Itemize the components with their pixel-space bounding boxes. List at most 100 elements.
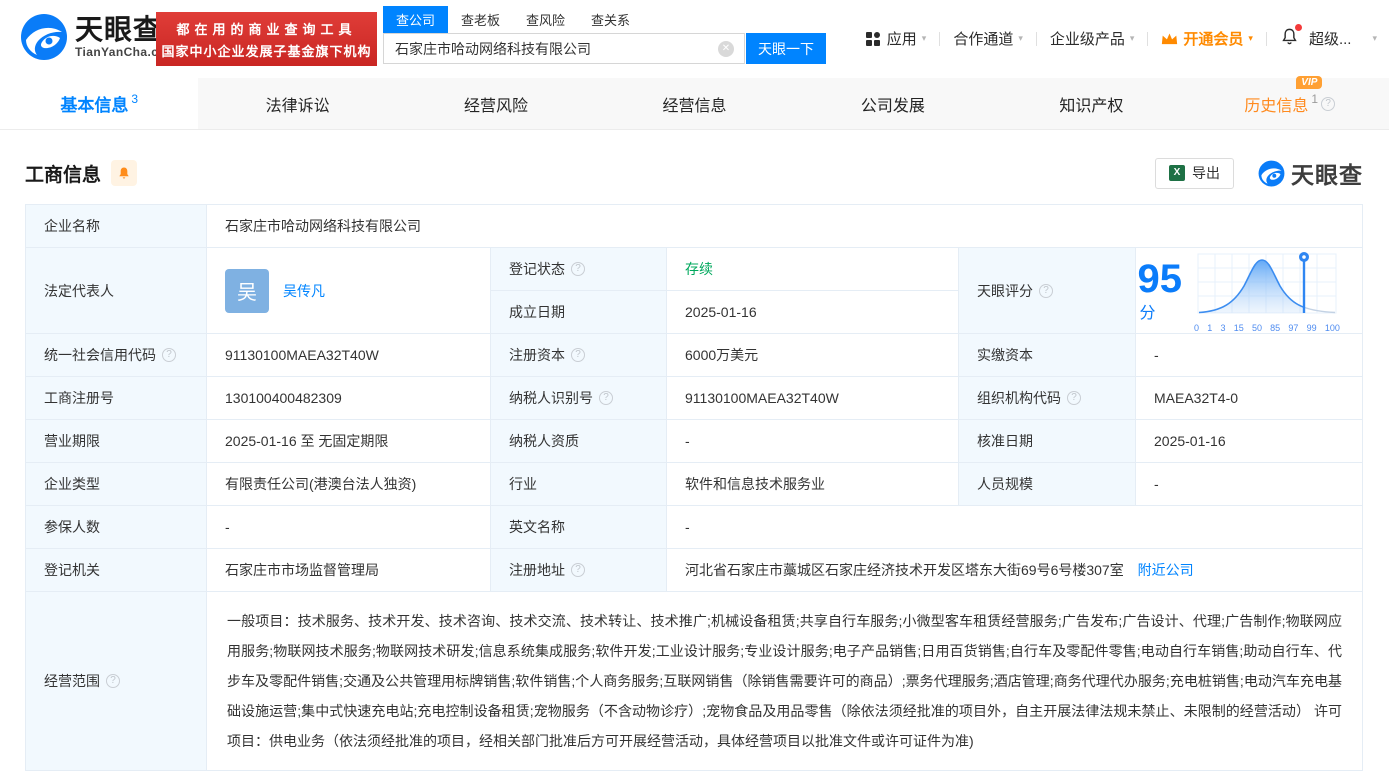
tab-history[interactable]: 历史信息 VIP 1 ? bbox=[1191, 75, 1389, 129]
field-value-reg-authority: 石家庄市市场监督管理局 bbox=[206, 548, 491, 592]
avatar[interactable]: 吴 bbox=[225, 268, 269, 313]
field-label-taxpayer-quality: 纳税人资质 bbox=[490, 419, 667, 463]
score-distribution-chart: 01 3 15 50 85 97 99 100 bbox=[1192, 249, 1342, 333]
status-badge: 存续 bbox=[685, 261, 713, 277]
slogan-line2: 国家中小企业发展子基金旗下机构 bbox=[161, 43, 372, 59]
tab-development[interactable]: 公司发展 bbox=[794, 78, 992, 129]
table-row: 经营范围? 一般项目：技术服务、技术开发、技术咨询、技术交流、技术转让、技术推广… bbox=[25, 591, 1363, 771]
tab-count-badge: 3 bbox=[131, 91, 139, 106]
tab-ip[interactable]: 知识产权 bbox=[992, 78, 1190, 129]
help-icon[interactable]: ? bbox=[162, 348, 176, 362]
field-label-company-name: 企业名称 bbox=[25, 204, 207, 248]
field-value-taxpayer-quality: - bbox=[666, 419, 959, 463]
slogan-banner: 都在用的商业查询工具 国家中小企业发展子基金旗下机构 bbox=[156, 12, 377, 66]
watermark-text: 天眼查 bbox=[1291, 162, 1363, 188]
search-button[interactable]: 天眼一下 bbox=[746, 33, 826, 64]
header: 天眼查 TianYanCha.com 都在用的商业查询工具 国家中小企业发展子基… bbox=[0, 0, 1389, 78]
score-curve bbox=[1197, 251, 1337, 313]
field-label-business-term: 营业期限 bbox=[25, 419, 207, 463]
field-value-business-scope: 一般项目：技术服务、技术开发、技术咨询、技术交流、技术转让、技术推广;机械设备租… bbox=[206, 591, 1363, 771]
tianyancha-logo-icon bbox=[21, 14, 67, 60]
field-value-company-name: 石家庄市哈动网络科技有限公司 bbox=[206, 204, 1363, 248]
tianyancha-logo[interactable]: 天眼查 TianYanCha.com bbox=[20, 13, 177, 61]
clear-search-icon[interactable]: ✕ bbox=[718, 41, 734, 57]
score-value: 95 bbox=[1137, 256, 1183, 301]
nav-cooperation[interactable]: 合作通道 ▾ bbox=[953, 28, 1023, 49]
help-icon[interactable]: ? bbox=[1067, 391, 1081, 405]
field-value-reg-number: 130100400482309 bbox=[206, 376, 491, 420]
field-label-business-scope: 经营范围? bbox=[25, 591, 207, 771]
field-label-taxpayer-id: 纳税人识别号? bbox=[490, 376, 667, 420]
search-tab-risk[interactable]: 查风险 bbox=[513, 6, 578, 33]
field-value-org-code: MAEA32T4-0 bbox=[1135, 376, 1363, 420]
field-label-company-type: 企业类型 bbox=[25, 462, 207, 506]
table-row: 登记机关 石家庄市市场监督管理局 注册地址? 河北省石家庄市藁城区石家庄经济技术… bbox=[25, 548, 1363, 592]
notifications-button[interactable] bbox=[1280, 24, 1302, 50]
field-label-score: 天眼评分? bbox=[958, 247, 1136, 334]
field-label-reg-authority: 登记机关 bbox=[25, 548, 207, 592]
table-row: 企业名称 石家庄市哈动网络科技有限公司 bbox=[25, 204, 1363, 248]
tab-risk[interactable]: 经营风险 bbox=[397, 78, 595, 129]
field-label-industry: 行业 bbox=[490, 462, 667, 506]
field-label-reg-capital: 注册资本? bbox=[490, 333, 667, 377]
notification-dot bbox=[1294, 24, 1302, 31]
field-value-staff-size: - bbox=[1135, 462, 1363, 506]
field-label-paid-capital: 实缴资本 bbox=[958, 333, 1136, 377]
nav-enterprise-products[interactable]: 企业级产品 ▾ bbox=[1050, 28, 1135, 49]
search-input[interactable] bbox=[383, 33, 745, 64]
monitor-bell-button[interactable] bbox=[111, 160, 138, 186]
watermark-logo: 天眼查 bbox=[1258, 156, 1363, 190]
search-tabs: 查公司 查老板 查风险 查关系 bbox=[383, 6, 826, 33]
divider bbox=[939, 31, 941, 46]
search-area: 查公司 查老板 查风险 查关系 ✕ 天眼一下 bbox=[383, 6, 826, 64]
chevron-down-icon: ▾ bbox=[1372, 33, 1377, 43]
nav-apps[interactable]: 应用 ▾ bbox=[865, 28, 927, 49]
chevron-down-icon: ▾ bbox=[921, 33, 927, 43]
divider bbox=[1265, 31, 1267, 46]
table-row: 参保人数 - 英文名称 - bbox=[25, 505, 1363, 549]
field-value-establish-date: 2025-01-16 bbox=[666, 290, 959, 334]
search-tab-company[interactable]: 查公司 bbox=[383, 6, 449, 33]
tab-legal[interactable]: 法律诉讼 bbox=[198, 78, 396, 129]
nearby-companies-link[interactable]: 附近公司 bbox=[1138, 562, 1194, 578]
help-icon[interactable]: ? bbox=[571, 262, 585, 276]
table-row: 统一社会信用代码? 91130100MAEA32T40W 注册资本? 6000万… bbox=[25, 333, 1363, 377]
tab-operation[interactable]: 经营信息 bbox=[595, 78, 793, 129]
legal-rep-link[interactable]: 吴传凡 bbox=[283, 281, 325, 301]
help-icon[interactable]: ? bbox=[599, 391, 613, 405]
field-label-english-name: 英文名称 bbox=[490, 505, 667, 549]
tianyancha-logo-icon bbox=[1258, 160, 1285, 186]
help-icon[interactable]: ? bbox=[1039, 283, 1053, 298]
help-icon[interactable]: ? bbox=[571, 563, 585, 577]
field-value-insured-count: - bbox=[206, 505, 491, 549]
tab-basic-info[interactable]: 基本信息 3 bbox=[0, 78, 199, 129]
field-label-approval-date: 核准日期 bbox=[958, 419, 1136, 463]
score-unit: 分 bbox=[1139, 304, 1156, 322]
export-button[interactable]: X 导出 bbox=[1155, 157, 1234, 189]
field-value-credit-code: 91130100MAEA32T40W bbox=[206, 333, 491, 377]
field-label-reg-number: 工商注册号 bbox=[25, 376, 207, 420]
help-icon[interactable]: ? bbox=[106, 674, 120, 688]
chevron-down-icon: ▾ bbox=[1129, 33, 1135, 43]
nav-open-vip[interactable]: 开通会员 ▾ bbox=[1161, 28, 1253, 49]
score-axis-ticks: 01 3 15 50 85 97 99 100 bbox=[1194, 322, 1340, 333]
nav-account[interactable]: 超级... ▾ bbox=[1309, 28, 1377, 49]
vip-badge: VIP bbox=[1296, 75, 1323, 89]
field-value-reg-capital: 6000万美元 bbox=[666, 333, 959, 377]
field-value-reg-address: 河北省石家庄市藁城区石家庄经济技术开发区塔东大街69号6号楼307室 附近公司 bbox=[666, 548, 1363, 592]
crown-icon bbox=[1162, 32, 1178, 44]
search-tab-boss[interactable]: 查老板 bbox=[448, 6, 513, 33]
field-value-score: 95 分 0 1 3 15 50 85 97 99 100 bbox=[1135, 247, 1363, 334]
help-icon[interactable]: ? bbox=[1321, 96, 1336, 111]
table-row: 企业类型 有限责任公司(港澳台法人独资) 行业 软件和信息技术服务业 人员规模 … bbox=[25, 462, 1363, 506]
field-label-legal-rep: 法定代表人 bbox=[25, 247, 207, 334]
help-icon[interactable]: ? bbox=[571, 348, 585, 362]
field-value-company-type: 有限责任公司(港澳台法人独资) bbox=[206, 462, 491, 506]
field-label-establish-date: 成立日期 bbox=[490, 290, 667, 334]
apps-grid-icon bbox=[865, 31, 880, 46]
field-label-insured-count: 参保人数 bbox=[25, 505, 207, 549]
search-tab-relation[interactable]: 查关系 bbox=[578, 6, 643, 33]
field-label-org-code: 组织机构代码? bbox=[958, 376, 1136, 420]
field-value-approval-date: 2025-01-16 bbox=[1135, 419, 1363, 463]
slogan-line1: 都在用的商业查询工具 bbox=[176, 21, 357, 37]
